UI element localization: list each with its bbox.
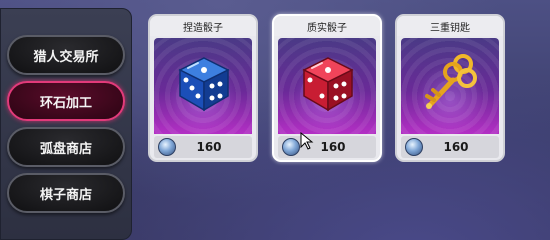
price-tag: 160 — [278, 136, 376, 158]
sidebar-item-label: 棋子商店 — [39, 187, 92, 203]
blue-dice-icon — [178, 57, 230, 112]
shop-item-card-selected[interactable]: 质实骰子 160 — [272, 14, 382, 162]
sidebar-item-label: 弧盘商店 — [39, 141, 92, 157]
item-price: 160 — [196, 140, 222, 154]
item-name: 三重钥匙 — [397, 16, 503, 36]
item-price: 160 — [443, 140, 469, 154]
crystal-currency-icon — [282, 138, 300, 156]
sidebar-item-hunter-exchange[interactable]: 猎人交易所 — [7, 35, 125, 75]
sidebar-item-ring-stone-processing[interactable]: 环石加工 — [7, 81, 125, 121]
item-art — [154, 38, 252, 134]
crystal-currency-icon — [405, 138, 423, 156]
golden-key-icon — [425, 54, 477, 109]
sidebar-item-arc-disk-shop[interactable]: 弧盘商店 — [7, 127, 125, 167]
shop-item-card[interactable]: 捏造骰子 160 — [148, 14, 258, 162]
sidebar-item-label: 环石加工 — [39, 95, 92, 111]
item-name: 质实骰子 — [274, 16, 380, 36]
mouse-cursor-icon — [300, 132, 314, 150]
price-tag: 160 — [401, 136, 499, 158]
crystal-currency-icon — [158, 138, 176, 156]
item-art — [278, 38, 376, 134]
item-name: 捏造骰子 — [150, 16, 256, 36]
shop-item-card[interactable]: 三重钥匙 160 — [395, 14, 505, 162]
price-tag: 160 — [154, 136, 252, 158]
shop-sidebar: 猎人交易所 环石加工 弧盘商店 棋子商店 — [0, 8, 132, 240]
sidebar-item-chess-piece-shop[interactable]: 棋子商店 — [7, 173, 125, 213]
sidebar-item-label: 猎人交易所 — [33, 49, 99, 65]
item-art — [401, 38, 499, 134]
red-dice-icon — [302, 57, 354, 112]
